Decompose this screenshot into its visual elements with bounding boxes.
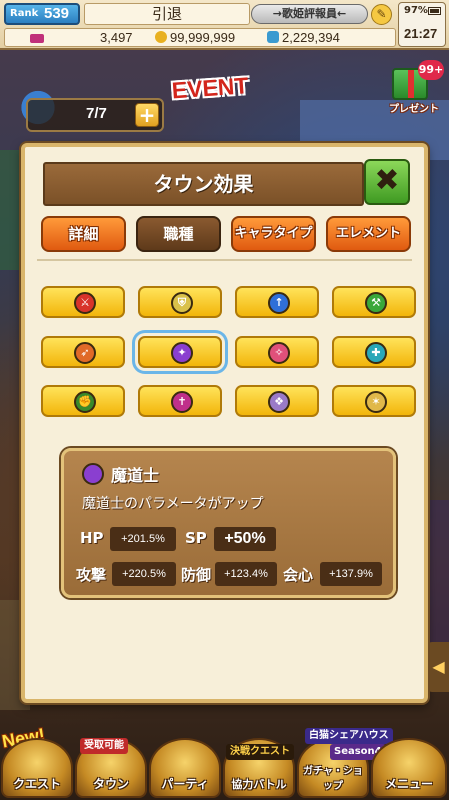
class-button[interactable]: ⚒ [332, 286, 416, 318]
potion-icon [267, 31, 279, 43]
class-button[interactable]: ➶ [41, 336, 125, 368]
divider [37, 259, 412, 261]
side-arrow-icon[interactable]: ◀ [428, 642, 449, 692]
attack-value: +220.5% [112, 562, 176, 586]
class-button[interactable]: ✝ [138, 385, 222, 417]
potion-value: 2,229,394 [282, 30, 340, 45]
lancer-icon: ↑ [268, 292, 290, 314]
nav-menu[interactable]: メニュー [371, 738, 447, 798]
class-button[interactable]: ✦ [138, 336, 222, 368]
critical-label: 会心 [283, 566, 314, 584]
pencil-icon[interactable]: ✎ [371, 4, 392, 25]
title-badge[interactable]: →歌姫評報員← [251, 4, 368, 24]
stamina-value: 7/7 [86, 105, 107, 122]
gem-count [30, 29, 47, 46]
showdown-quest-badge: 決戦クエスト [226, 744, 294, 760]
shield-knight-icon: ⛨ [171, 292, 193, 314]
thief-icon: ✧ [268, 342, 290, 364]
gem-value: 3,497 [100, 30, 133, 45]
axe-icon: ⚒ [365, 292, 387, 314]
bottom-nav: New! クエスト タウン 受取可能 パーティ 協力バトル 決戦クエスト ガチャ… [0, 714, 449, 800]
nav-coop-battle-label: 協力バトル [231, 778, 287, 791]
rank-badge: Rank 539 [4, 3, 80, 25]
critical-value: +137.9% [320, 562, 382, 586]
sp-label: SP [185, 529, 207, 547]
player-name[interactable]: 引退 [84, 3, 250, 25]
nav-town-label: タウン [92, 777, 129, 791]
mage-icon: ✦ [171, 342, 193, 364]
gold-count: 99,999,999 [155, 29, 235, 46]
stamina-gauge: 7/7 + [26, 98, 164, 132]
battery-percent: 97% [404, 5, 428, 16]
gold-value: 99,999,999 [170, 30, 236, 45]
cleric-icon: ✝ [171, 391, 193, 413]
stamina-plus-button[interactable]: + [135, 103, 159, 127]
class-button[interactable]: ✧ [235, 336, 319, 368]
battery-icon [428, 7, 441, 15]
swordsman-icon: ⚔ [74, 292, 96, 314]
nav-gacha-shop-label: ガチャ・ショップ [303, 766, 363, 792]
clock: 21:27 [404, 26, 438, 41]
attack-label: 攻撃 [76, 566, 107, 584]
status-bar: Rank 539 引退 →歌姫評報員← ✎ 97% 21:27 3,497 99… [0, 0, 449, 50]
archer-icon: ➶ [74, 342, 96, 364]
close-button[interactable]: ✖ [364, 159, 410, 205]
tab-character-type[interactable]: キャラタイプ [231, 216, 316, 252]
coin-icon [155, 31, 167, 43]
tab-class[interactable]: 職種 [136, 216, 221, 252]
sp-value: +50% [214, 527, 276, 551]
rank-label: Rank [10, 8, 39, 19]
class-button[interactable]: ✶ [332, 385, 416, 417]
device-status: 97% 21:27 [398, 2, 446, 47]
nav-quest-label: クエスト [12, 777, 61, 791]
class-name: 魔道士 [111, 466, 160, 485]
potion-count: 2,229,394 [267, 29, 340, 46]
share-house-badge: 白猫シェアハウス [305, 728, 393, 744]
class-button[interactable]: ⛨ [138, 286, 222, 318]
class-button[interactable]: ❖ [235, 385, 319, 417]
hp-label: HP [80, 529, 104, 547]
nav-quest[interactable]: クエスト [1, 738, 73, 798]
gunner-icon: ✚ [365, 342, 387, 364]
present-button[interactable]: 99+ プレゼント [384, 60, 444, 116]
town-effect-dialog: タウン効果 ✖ 詳細 職種 キャラタイプ エレメント ⚔ ⛨ ↑ ⚒ ➶ ✦ ✧ ✚ ✊ ✝ ❖ ✶ … [21, 143, 428, 703]
rank-value: 539 [44, 5, 70, 22]
nav-party-label: パーティ [161, 777, 209, 791]
class-button[interactable]: ↑ [235, 286, 319, 318]
dialog-title: タウン効果 [43, 162, 364, 206]
defense-value: +123.4% [215, 562, 277, 586]
nav-party[interactable]: パーティ [149, 738, 221, 798]
dragon-icon: ❖ [268, 391, 290, 413]
fighter-icon: ✊ [74, 391, 96, 413]
class-detail-card: 魔道士 魔道士のパラメータがアップ HP +201.5% SP +50% 攻撃 … [61, 448, 396, 598]
class-button[interactable]: ✊ [41, 385, 125, 417]
currency-row: 3,497 99,999,999 2,229,394 [4, 28, 396, 47]
class-button[interactable]: ✚ [332, 336, 416, 368]
class-button[interactable]: ⚔ [41, 286, 125, 318]
present-count-badge: 99+ [418, 60, 444, 80]
claimable-badge: 受取可能 [80, 738, 128, 754]
tab-details[interactable]: 詳細 [41, 216, 126, 252]
present-label: プレゼント [389, 104, 439, 115]
beast-icon: ✶ [365, 391, 387, 413]
mage-icon [82, 463, 104, 485]
event-sign[interactable]: EVENT [171, 71, 273, 112]
hp-value: +201.5% [110, 527, 176, 551]
nav-menu-label: メニュー [384, 777, 433, 791]
tab-element[interactable]: エレメント [326, 216, 411, 252]
class-description: 魔道士のパラメータがアップ [82, 496, 264, 512]
gem-icon [30, 34, 44, 43]
defense-label: 防御 [181, 566, 212, 584]
